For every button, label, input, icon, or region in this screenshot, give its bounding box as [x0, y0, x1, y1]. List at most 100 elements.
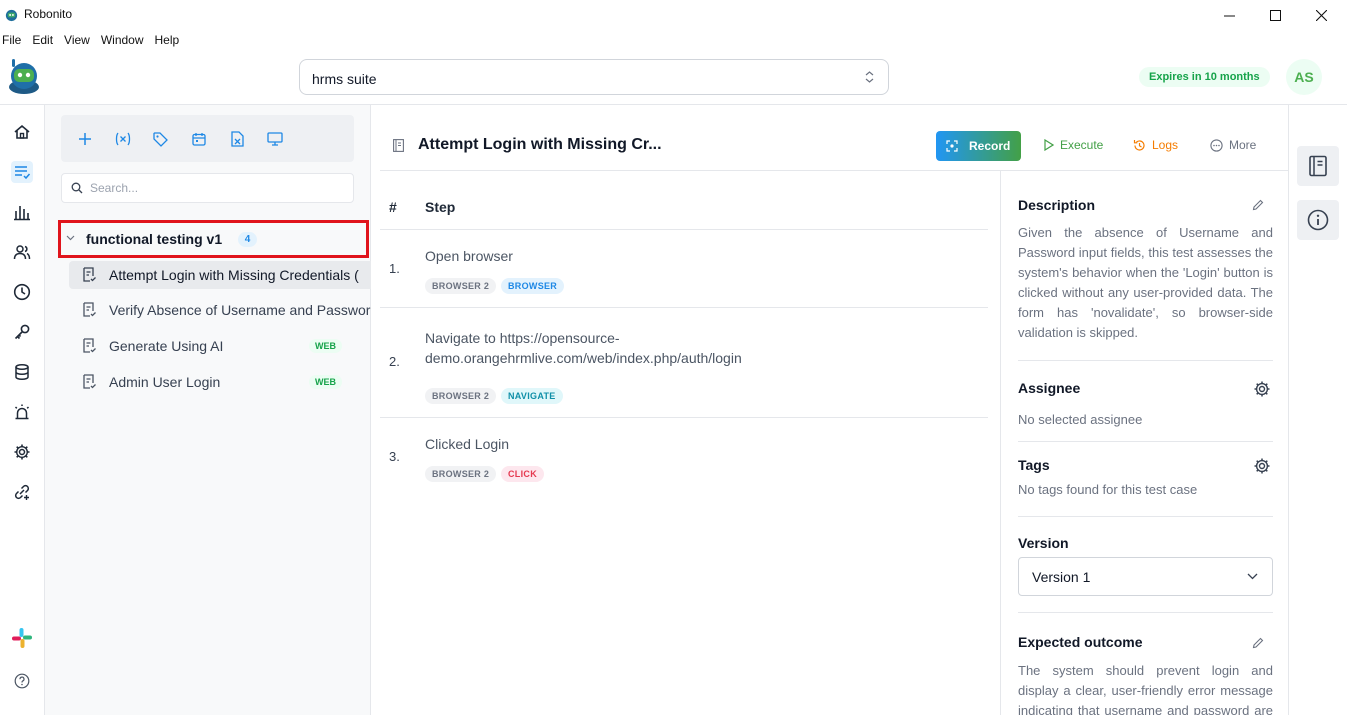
tags-gear-icon[interactable]: [1253, 457, 1271, 475]
history-icon: [1133, 139, 1145, 151]
step-chip: BROWSER: [501, 278, 565, 294]
edit-pencil-icon[interactable]: [1252, 637, 1264, 649]
step-row[interactable]: 2. Navigate to https://opensource-demo.o…: [380, 308, 988, 418]
slack-icon[interactable]: [11, 627, 33, 649]
step-number: 1.: [389, 261, 400, 276]
logs-button[interactable]: Logs: [1133, 138, 1178, 152]
menu-file[interactable]: File: [0, 30, 26, 50]
step-chip: BROWSER 2: [425, 466, 497, 482]
steps-table: # Step 1. Open browser BROWSER 2 BROWSER…: [380, 171, 988, 715]
divider: [1018, 441, 1273, 442]
test-doc-icon: [83, 374, 96, 389]
integration-link-icon[interactable]: [11, 481, 33, 503]
divider: [1018, 612, 1273, 613]
notebook-icon: [1309, 155, 1327, 177]
folder-row[interactable]: functional testing v1 4: [58, 220, 369, 258]
step-row[interactable]: 3. Clicked Login BROWSER 2 CLICK: [380, 418, 988, 490]
record-button[interactable]: Record: [936, 131, 1021, 161]
info-icon: [1307, 209, 1329, 231]
logs-label: Logs: [1152, 138, 1179, 152]
app-header: hrms suite Expires in 10 months AS: [0, 50, 1347, 105]
step-text: Navigate to https://opensource-demo.oran…: [425, 330, 742, 366]
close-button[interactable]: [1298, 0, 1344, 30]
more-label: More: [1229, 138, 1257, 152]
search-icon: [71, 182, 83, 194]
notebook-panel-button[interactable]: [1297, 146, 1339, 186]
menu-edit[interactable]: Edit: [30, 30, 58, 50]
more-button[interactable]: More: [1210, 138, 1256, 152]
execute-button[interactable]: Execute: [1044, 138, 1103, 152]
description-title: Description: [1018, 197, 1096, 213]
chevron-down-icon: [1247, 573, 1258, 580]
column-step-header: Step: [425, 199, 456, 215]
maximize-button[interactable]: [1252, 0, 1298, 30]
test-case-label: Admin User Login: [109, 374, 221, 390]
column-number-header: #: [389, 199, 397, 215]
assignee-title: Assignee: [1018, 380, 1081, 396]
calendar-icon[interactable]: [189, 129, 209, 149]
settings-gear-icon[interactable]: [11, 441, 33, 463]
test-case-item[interactable]: Generate Using AI WEB: [69, 332, 371, 360]
test-tree-panel: functional testing v1 4 Attempt Login wi…: [45, 105, 371, 715]
play-icon: [1044, 139, 1054, 151]
search-input[interactable]: [90, 181, 340, 195]
step-chip: BROWSER 2: [425, 278, 497, 294]
variables-icon[interactable]: [113, 129, 133, 149]
tree-toolbar: [61, 115, 354, 162]
details-pane: Description Given the absence of Usernam…: [1000, 171, 1288, 715]
step-number: 2.: [389, 354, 400, 369]
menu-help[interactable]: Help: [153, 30, 185, 50]
clock-icon[interactable]: [11, 281, 33, 303]
test-case-item[interactable]: Verify Absence of Username and Password: [69, 296, 371, 324]
version-select[interactable]: Version 1: [1018, 557, 1273, 596]
test-case-header: Attempt Login with Missing Cr... Record …: [380, 105, 1288, 171]
chart-bar-icon[interactable]: [11, 201, 33, 223]
suite-select[interactable]: hrms suite: [299, 59, 889, 95]
chevron-down-icon[interactable]: [66, 235, 75, 241]
test-doc-icon: [83, 302, 96, 317]
alarm-icon[interactable]: [11, 401, 33, 423]
suite-select-value: hrms suite: [312, 71, 377, 87]
step-row[interactable]: 1. Open browser BROWSER 2 BROWSER: [380, 230, 988, 308]
help-circle-icon[interactable]: [11, 670, 33, 692]
version-select-value: Version 1: [1032, 569, 1091, 585]
record-label: Record: [969, 139, 1011, 153]
app-logo-icon: [4, 7, 19, 22]
test-case-item[interactable]: Attempt Login with Missing Credentials (: [69, 261, 371, 289]
monitor-icon[interactable]: [265, 129, 285, 149]
key-icon[interactable]: [11, 321, 33, 343]
expiry-badge: Expires in 10 months: [1139, 67, 1270, 87]
updown-chevron-icon: [865, 70, 874, 84]
test-cases-icon[interactable]: [11, 161, 33, 183]
add-icon[interactable]: [75, 129, 95, 149]
tags-value: No tags found for this test case: [1018, 482, 1198, 497]
users-icon[interactable]: [11, 241, 33, 263]
menu-window[interactable]: Window: [99, 30, 149, 50]
home-icon[interactable]: [11, 121, 33, 143]
test-case-title: Attempt Login with Missing Cr...: [418, 136, 662, 153]
test-case-item[interactable]: Admin User Login WEB: [69, 368, 371, 396]
step-chip: BROWSER 2: [425, 388, 497, 404]
folder-count-badge: 4: [238, 232, 257, 247]
edit-pencil-icon[interactable]: [1252, 199, 1264, 211]
record-icon: [946, 140, 958, 152]
excel-file-icon[interactable]: [227, 129, 247, 149]
notebook-icon: [393, 139, 404, 152]
robonito-logo-icon[interactable]: [8, 57, 40, 95]
assignee-gear-icon[interactable]: [1253, 380, 1271, 398]
test-doc-icon: [83, 267, 96, 282]
tags-title: Tags: [1018, 457, 1050, 473]
menu-view[interactable]: View: [62, 30, 95, 50]
tree-search[interactable]: [61, 173, 354, 203]
description-text: Given the absence of Username and Passwo…: [1018, 225, 1273, 340]
step-chip: NAVIGATE: [501, 388, 563, 404]
user-avatar[interactable]: AS: [1286, 59, 1322, 95]
minimize-button[interactable]: [1206, 0, 1252, 30]
test-case-label: Attempt Login with Missing Credentials (: [109, 267, 359, 283]
web-badge: WEB: [309, 375, 342, 389]
execute-label: Execute: [1060, 138, 1104, 152]
tag-icon[interactable]: [150, 129, 170, 149]
info-panel-button[interactable]: [1297, 200, 1339, 240]
database-icon[interactable]: [11, 361, 33, 383]
more-dots-icon: [1210, 138, 1223, 152]
